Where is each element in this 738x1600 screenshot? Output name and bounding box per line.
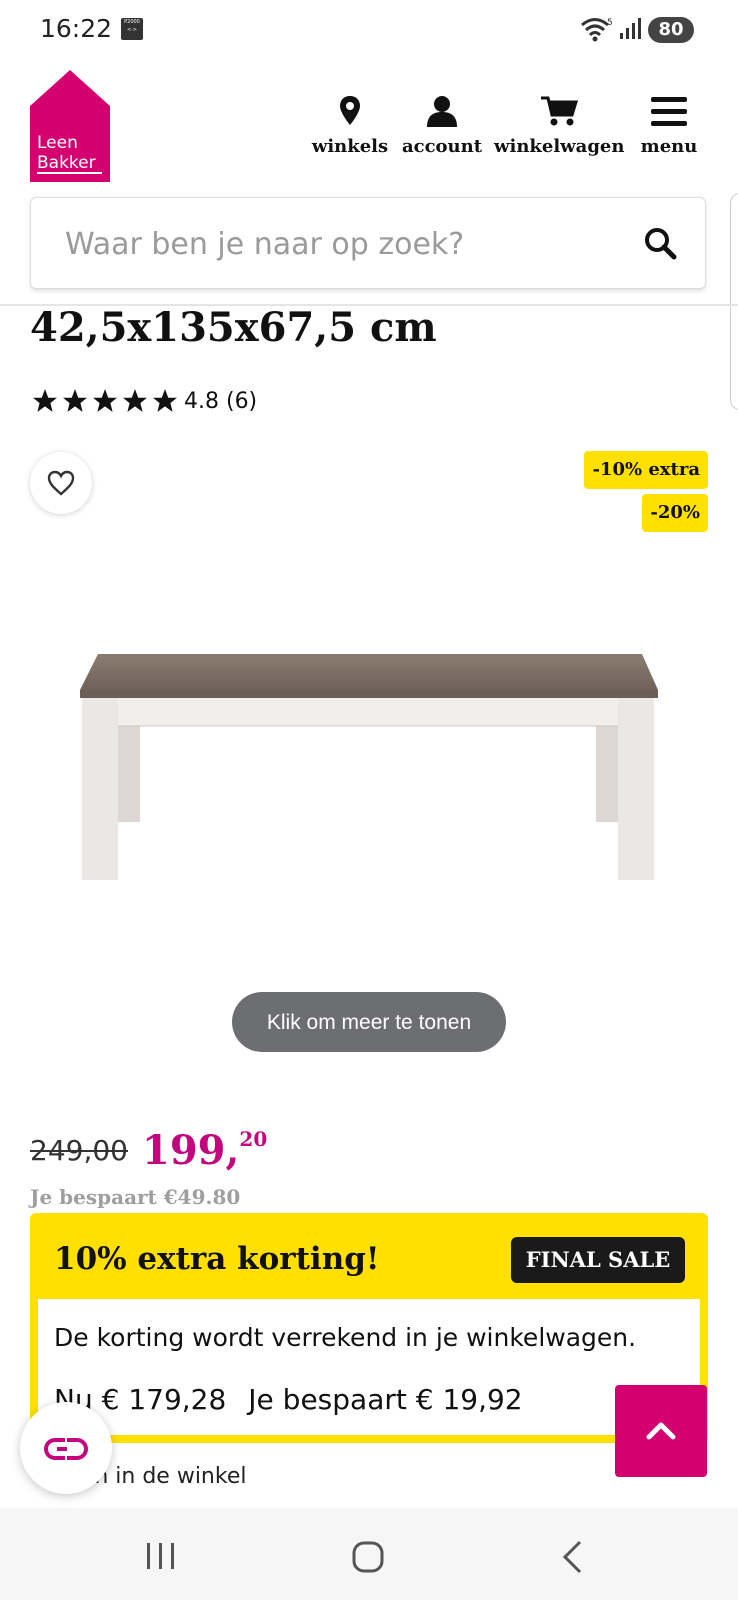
nav-winkelwagen-label: winkelwagen [494,136,625,157]
product-image[interactable] [78,652,662,884]
nav-menu[interactable]: menu [634,94,704,157]
product-rating[interactable]: 4.8 (6) [32,386,257,416]
p2000-notification-icon: P2000 <·> [121,18,143,40]
final-sale-badge: FINAL SALE [511,1237,685,1283]
nav-account-label: account [401,136,483,157]
rating-text: 4.8 (6) [184,388,258,414]
hamburger-menu-icon [651,97,687,126]
signal-icon [620,18,641,39]
new-price-whole: 199, [142,1127,240,1174]
heart-icon [47,470,75,496]
now-price: € 179,28 [101,1383,227,1416]
discount-note: De korting wordt verrekend in je winkelw… [54,1323,637,1352]
nav-menu-label: menu [640,136,698,157]
svg-text:Leen: Leen [37,133,78,153]
star-icon [93,389,117,412]
now-savings: Je bespaart € 19,92 [248,1383,523,1416]
discount-body: De korting wordt verrekend in je winkelw… [38,1299,700,1435]
star-icon [33,389,57,412]
chat-link-icon [44,1438,88,1460]
side-panel-edge [730,193,738,410]
battery-indicator: 80 [648,17,694,43]
extra-discount-box: 10% extra korting! FINAL SALE De korting… [30,1213,708,1443]
star-icon [153,389,177,412]
nav-winkels[interactable]: winkels [310,94,390,157]
star-icon [63,389,87,412]
product-title: 42,5x135x67,5 cm [30,304,437,351]
recent-apps-icon[interactable] [146,1541,176,1571]
wifi-icon: 5 [581,18,613,42]
show-more-button[interactable]: Klik om meer te tonen [232,992,506,1052]
svg-text:5: 5 [607,18,613,28]
chat-button[interactable] [20,1402,112,1494]
nav-winkelwagen[interactable]: winkelwagen [494,94,624,157]
promo-badge-discount: -20% [642,494,708,532]
status-time: 16:22 [40,14,113,43]
svg-text:Bakker: Bakker [37,153,96,173]
old-price: 249,00 [30,1134,128,1167]
user-icon [427,96,457,127]
search-bar [30,197,706,289]
search-icon[interactable] [643,226,677,260]
discount-title: 10% extra korting! [54,1241,380,1277]
discount-now-line: Nu € 179,28 Je bespaart € 19,92 [54,1383,523,1416]
status-bar: 16:22 P2000 <·> 5 80 [0,0,738,62]
new-price-decimal: 20 [239,1127,268,1151]
new-price: 199,20 [142,1127,267,1174]
chevron-up-icon [646,1422,676,1440]
search-input[interactable] [63,220,627,268]
home-icon[interactable] [352,1541,384,1573]
cart-icon [541,96,578,126]
nav-account[interactable]: account [400,94,484,157]
back-icon[interactable] [560,1540,584,1574]
favorite-button[interactable] [30,452,92,514]
promo-badge-extra: -10% extra [584,451,708,489]
leen-bakker-logo[interactable]: Leen Bakker [30,70,110,182]
star-icon [123,389,147,412]
location-pin-icon [340,96,360,125]
nav-winkels-label: winkels [311,136,389,157]
scroll-to-top-button[interactable] [615,1385,707,1477]
savings-text: Je bespaart €49.80 [30,1185,241,1209]
